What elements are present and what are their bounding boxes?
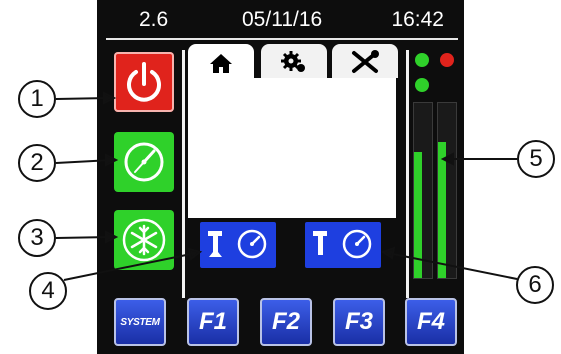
callout-6: 6 [516,266,554,304]
callout-leaders [55,91,518,281]
callout-2: 2 [18,144,56,182]
callout-4: 4 [29,272,67,310]
callout-3: 3 [18,219,56,257]
callout-1: 1 [18,80,56,118]
callout-5: 5 [517,140,555,178]
